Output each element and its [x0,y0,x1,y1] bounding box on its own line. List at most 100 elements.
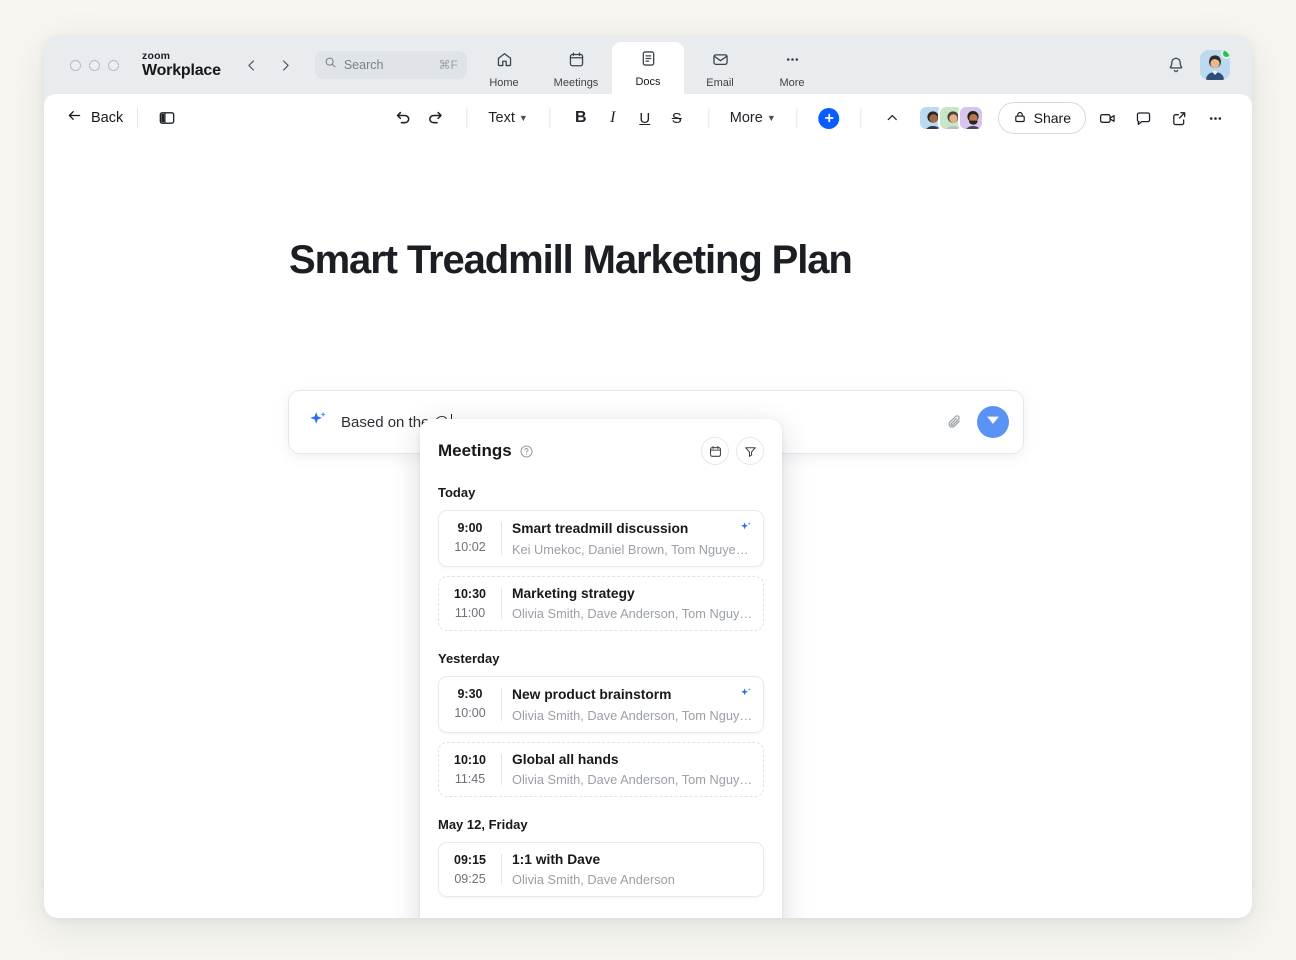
arrow-left-icon [66,107,83,129]
insert-block-button[interactable] [814,103,845,133]
more-formatting-dropdown[interactable]: More ▼ [725,103,781,133]
brand-workplace-text: Workplace [142,63,221,79]
maximize-window-button[interactable] [108,60,119,71]
meeting-list-item[interactable]: 10:30 11:00 Marketing strategy Olivia Sm… [438,576,764,631]
video-camera-icon[interactable] [1092,103,1122,133]
window-chrome: zoom Workplace Search ⌘F Home [44,36,1252,94]
meeting-title-row: Marketing strategy [512,586,753,601]
meeting-details: Smart treadmill discussion Kei Umekoc, D… [512,520,761,557]
comment-bubble-icon[interactable] [1128,103,1158,133]
filter-funnel-button[interactable] [736,437,764,465]
search-input[interactable]: Search ⌘F [315,51,467,79]
tab-more[interactable]: More [756,44,828,94]
meeting-list-item[interactable]: 9:30 10:00 New product brainstorm Olivia… [438,676,764,733]
strikethrough-button[interactable]: S [662,103,692,133]
paperclip-icon[interactable] [945,412,965,432]
meeting-title: New product brainstorm [512,687,739,702]
minimize-window-button[interactable] [89,60,100,71]
share-label: Share [1034,110,1071,126]
tab-home-label: Home [489,77,518,89]
ai-summary-sparkle-icon [739,686,753,703]
meetings-mention-dropdown: Meetings Today 9:00 [420,419,782,918]
meeting-list-item[interactable]: 10:10 11:45 Global all hands Olivia Smit… [438,742,764,797]
text-style-label: Text [488,110,515,126]
meeting-start-time: 10:10 [439,753,501,767]
calendar-filter-button[interactable] [701,437,729,465]
home-icon [495,50,514,74]
meeting-times: 09:15 09:25 [439,852,501,887]
meeting-title-row: New product brainstorm [512,686,753,703]
text-style-dropdown[interactable]: Text ▼ [483,103,533,133]
collaborator-avatars[interactable] [918,105,984,131]
meeting-details: 1:1 with Dave Olivia Smith, Dave Anderso… [512,852,761,887]
italic-button[interactable]: I [598,103,628,133]
tab-docs-label: Docs [635,76,660,88]
meeting-title-row: Smart treadmill discussion [512,520,753,537]
meetings-group-label: Today [438,485,764,500]
ai-summary-sparkle-icon [739,520,753,537]
close-window-button[interactable] [70,60,81,71]
back-label: Back [91,110,123,126]
nav-forward-button[interactable] [273,52,299,78]
meetings-dropdown-actions [701,437,764,465]
ellipsis-icon [783,50,802,74]
row-divider [501,754,502,785]
meeting-title: Smart treadmill discussion [512,521,739,536]
ai-send-button[interactable] [977,406,1009,438]
tab-meetings[interactable]: Meetings [540,44,612,94]
chevron-up-icon[interactable] [878,103,908,133]
zoom-workplace-logo: zoom Workplace [142,51,221,79]
external-link-icon[interactable] [1164,103,1194,133]
meeting-title: Marketing strategy [512,586,753,601]
question-circle-icon[interactable] [519,444,534,459]
tab-home[interactable]: Home [468,44,540,94]
presence-indicator [1221,50,1230,59]
tab-email[interactable]: Email [684,44,756,94]
editor-toolbar: Back Text ▼ B I U [44,94,1252,142]
meeting-start-time: 9:30 [439,687,501,701]
send-paper-plane-icon [985,412,1001,433]
meeting-end-time: 10:02 [439,540,501,554]
zoom-workplace-window: zoom Workplace Search ⌘F Home [44,36,1252,918]
chevron-down-icon: ▼ [767,113,776,123]
bold-button[interactable]: B [566,103,596,133]
meeting-title: 1:1 with Dave [512,852,753,867]
meeting-times: 9:30 10:00 [439,686,501,723]
meeting-details: Marketing strategy Olivia Smith, Dave An… [512,586,761,621]
tab-docs[interactable]: Docs [612,42,684,94]
meetings-group-label: May 12, Friday [438,817,764,832]
row-divider [501,522,502,555]
underline-button[interactable]: U [630,103,660,133]
toolbar-divider [708,108,709,128]
meeting-end-time: 11:00 [439,606,501,620]
chevron-down-icon: ▼ [519,113,528,123]
search-icon [324,56,337,74]
toolbar-divider [549,108,550,128]
meeting-title-row: 1:1 with Dave [512,852,753,867]
toolbar-divider [137,108,138,128]
bell-icon[interactable] [1166,55,1186,75]
sidebar-panel-icon[interactable] [152,103,182,133]
meetings-group-label: Yesterday [438,651,764,666]
meeting-participants: Olivia Smith, Dave Anderson [512,872,753,887]
meeting-list-item[interactable]: 9:00 10:02 Smart treadmill discussion Ke… [438,510,764,567]
avatar[interactable] [1200,50,1230,80]
document-surface: Back Text ▼ B I U [44,94,1252,918]
share-button[interactable]: Share [998,102,1086,134]
overflow-menu-ellipsis-icon[interactable] [1200,103,1230,133]
search-placeholder: Search [344,58,432,72]
traffic-lights [70,60,119,71]
toolbar-divider [797,108,798,128]
back-button[interactable]: Back [66,107,123,129]
meetings-dropdown-title: Meetings [438,441,512,461]
meeting-times: 10:30 11:00 [439,586,501,621]
nav-back-button[interactable] [239,52,265,78]
undo-arrow-icon[interactable] [388,103,418,133]
main-nav-tabs: Home Meetings Docs Email [468,36,828,94]
meeting-participants: Olivia Smith, Dave Anderson, Tom Nguyen.… [512,708,753,723]
meeting-times: 9:00 10:02 [439,520,501,557]
collaborator-avatar-3[interactable] [958,105,984,131]
meeting-list-item[interactable]: 09:15 09:25 1:1 with Dave Olivia Smith, … [438,842,764,897]
meeting-start-time: 09:15 [439,853,501,867]
redo-arrow-icon[interactable] [420,103,450,133]
